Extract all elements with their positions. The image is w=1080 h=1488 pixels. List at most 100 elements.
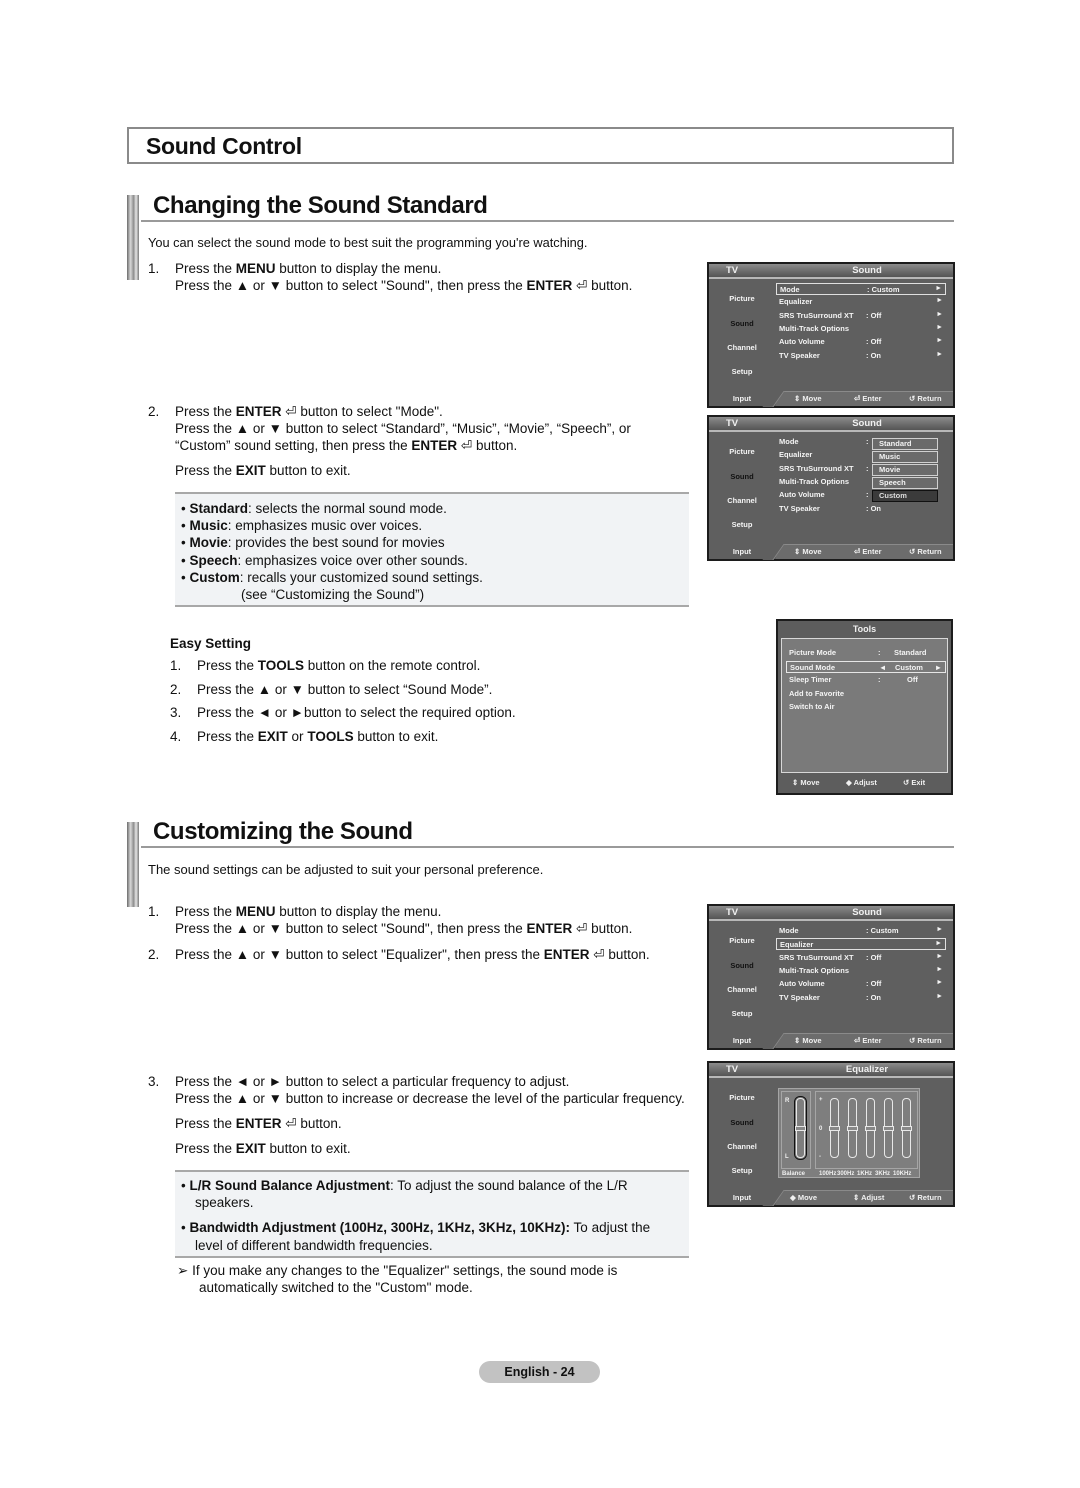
step-3: 3. Press the ◄ or ► button to select a pa…	[148, 1073, 685, 1157]
text-run: ⏎ button.	[281, 1116, 342, 1131]
tools-row-sep: :	[878, 648, 881, 657]
osd-item-multi-track-options[interactable]: Multi-Track Options ►	[776, 965, 946, 977]
osd-side-setup[interactable]: Setup	[709, 1166, 775, 1175]
osd-item-equalizer[interactable]: Equalizer ►	[776, 296, 946, 308]
osd-item-tv-speaker[interactable]: TV Speaker: On ►	[776, 350, 946, 362]
text-run: Press the ◄ or ► button to select a part…	[175, 1074, 570, 1089]
band-slider-10khz[interactable]	[901, 1098, 912, 1158]
step-number: 2.	[170, 681, 182, 697]
osd-item-srs-trusurround-xt[interactable]: SRS TruSurround XT: Off ►	[776, 310, 946, 322]
osd-item-auto-volume[interactable]: Auto Volume: Off ►	[776, 336, 946, 348]
band-thumb[interactable]	[829, 1126, 840, 1131]
band-slider-100hz[interactable]	[829, 1098, 840, 1158]
mode-option-speech[interactable]: Speech	[872, 477, 938, 489]
note-term: Music	[189, 518, 228, 534]
note-item: • L/R Sound Balance Adjustment: To adjus…	[181, 1177, 650, 1194]
note-desc: : To adjust the sound balance of the L/R	[390, 1178, 628, 1193]
osd-item-tv-speaker[interactable]: TV Speaker: On	[776, 503, 946, 515]
section-title-box: Sound Control	[127, 127, 954, 164]
osd-header: TV Sound	[709, 417, 953, 432]
osd-item-multi-track-options[interactable]: Multi-Track Options ►	[776, 323, 946, 335]
osd-side-setup[interactable]: Setup	[709, 1009, 775, 1018]
band-label: 1KHz	[857, 1171, 873, 1177]
osd-item-value: :	[866, 463, 869, 473]
note-term: Custom	[189, 569, 240, 585]
arrow-right-icon: ►	[936, 297, 943, 305]
osd-item-label: SRS TruSurround XT	[779, 952, 854, 962]
osd-side-channel[interactable]: Channel	[709, 985, 775, 994]
tools-row-sound-mode[interactable]: Sound Mode ◄ Custom ►	[786, 660, 946, 673]
band-thumb[interactable]	[883, 1126, 894, 1131]
mode-notes-box: • Standard: selects the normal sound mod…	[175, 492, 689, 607]
osd-side-picture[interactable]: Picture	[709, 447, 775, 456]
osd-side-picture[interactable]: Picture	[709, 294, 775, 303]
footer-return: ↺ Return	[909, 394, 942, 403]
mode-option-movie[interactable]: Movie	[872, 464, 938, 476]
tools-row-picture-mode[interactable]: Picture Mode: Standard	[786, 647, 946, 659]
mode-option-standard[interactable]: Standard	[872, 438, 938, 450]
osd-side-sound[interactable]: Sound	[709, 1118, 775, 1127]
osd-title: Equalizer	[845, 1064, 889, 1075]
text-run: Press the ▲ or ▼ button to select “Stand…	[175, 421, 631, 436]
osd-side-sound[interactable]: Sound	[709, 961, 775, 970]
step-number: 2.	[148, 947, 160, 962]
step-1: 1. Press the MENU button to display the m…	[148, 903, 632, 937]
band-thumb[interactable]	[901, 1126, 912, 1131]
osd-item-auto-volume[interactable]: Auto Volume: Off ►	[776, 978, 946, 990]
osd-side-channel[interactable]: Channel	[709, 343, 775, 352]
step-number: 3.	[148, 1074, 160, 1089]
tools-row-sleep-timer[interactable]: Sleep Timer: Off	[786, 674, 946, 686]
step-number: 3.	[170, 705, 182, 720]
osd-side-channel[interactable]: Channel	[709, 1142, 775, 1151]
balance-slider[interactable]	[794, 1096, 807, 1160]
mode-option-custom[interactable]: Custom	[872, 490, 938, 502]
osd-item-mode[interactable]: Mode: Custom ►	[776, 925, 946, 937]
note-cont: speakers.	[195, 1195, 254, 1211]
tools-row-label: Add to Favorite	[789, 688, 845, 698]
tools-row-add-to-favorite[interactable]: Add to Favorite	[786, 688, 946, 700]
mode-option-music[interactable]: Music	[872, 451, 938, 463]
arrow-right-icon: ►	[936, 310, 943, 318]
osd-side-picture[interactable]: Picture	[709, 936, 775, 945]
heading-customizing-sound: Customizing the Sound	[153, 818, 413, 845]
osd-item-label: Mode	[779, 437, 799, 446]
osd-item-srs-trusurround-xt[interactable]: SRS TruSurround XT: Off ►	[776, 952, 946, 964]
text-run: “Custom” sound setting, then press the	[175, 438, 412, 453]
note-desc: : provides the best sound for movies	[227, 535, 445, 551]
balance-r-label: R	[785, 1098, 790, 1104]
footer-move: ⇕ Move	[794, 1036, 822, 1045]
balance-thumb[interactable]	[795, 1126, 806, 1131]
osd-item-label: TV Speaker	[779, 992, 820, 1002]
text-run: Press the ▲ or ▼ button to increase or d…	[175, 1091, 685, 1106]
band-slider-1khz[interactable]	[865, 1098, 876, 1158]
osd-side-sound[interactable]: Sound	[709, 472, 775, 481]
step-line: 1. Press the MENU button to display the m…	[148, 260, 632, 277]
text-run: Press the ▲ or ▼ button to select "Sound…	[175, 278, 527, 293]
osd-item-label: SRS TruSurround XT	[779, 310, 854, 320]
bold-term: MENU	[235, 904, 276, 919]
osd-item-value: : Custom	[866, 926, 899, 935]
osd-item-tv-speaker[interactable]: TV Speaker: On ►	[776, 992, 946, 1004]
osd-item-equalizer[interactable]: Equalizer ►	[776, 938, 946, 951]
bold-term: ENTER	[526, 278, 573, 293]
osd-item-label: Multi-Track Options	[779, 323, 850, 333]
osd-side-setup[interactable]: Setup	[709, 520, 775, 529]
osd-side-channel[interactable]: Channel	[709, 496, 775, 505]
text-run: button to exit.	[353, 728, 439, 744]
tools-row-switch-to-air[interactable]: Switch to Air	[786, 701, 946, 713]
text-run: button to display the menu.	[275, 261, 442, 276]
tools-body: Picture Mode: Standard Sound Mode ◄ Custom ► S…	[781, 638, 948, 773]
band-slider-3khz[interactable]	[883, 1098, 894, 1158]
osd-side-setup[interactable]: Setup	[709, 367, 775, 376]
easy-step: 4. Press the EXIT or TOOLS button to exit…	[170, 728, 516, 745]
osd-side-picture[interactable]: Picture	[709, 1093, 775, 1102]
intro-text-2: The sound settings can be adjusted to su…	[148, 862, 544, 877]
osd-item-mode[interactable]: Mode: Custom ►	[776, 283, 946, 295]
osd-side-sound[interactable]: Sound	[709, 319, 775, 328]
band-slider-300hz[interactable]	[847, 1098, 858, 1158]
note-desc: : recalls your customized sound settings…	[239, 569, 483, 585]
band-thumb[interactable]	[865, 1126, 876, 1131]
osd-item-label: Multi-Track Options	[779, 476, 850, 486]
text-run: ⏎ button.	[589, 947, 650, 962]
band-thumb[interactable]	[847, 1126, 858, 1131]
